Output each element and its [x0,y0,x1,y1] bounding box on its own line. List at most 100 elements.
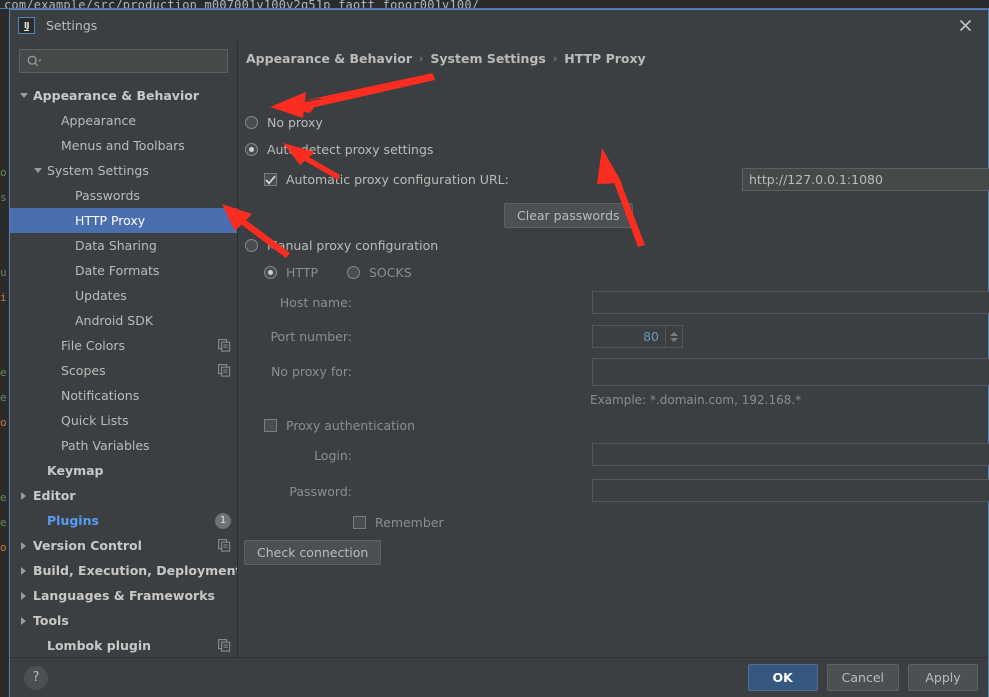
sidebar-item-passwords[interactable]: Passwords [10,183,237,208]
ok-button[interactable]: OK [747,664,818,691]
sidebar-item-label: Languages & Frameworks [33,588,215,603]
port-number-label-row: Port number: [256,329,352,344]
sidebar-item-appearance-behavior[interactable]: Appearance & Behavior [10,83,237,108]
help-button[interactable]: ? [24,665,48,690]
port-number-spin-buttons[interactable] [665,326,682,347]
sidebar-item-system-settings[interactable]: System Settings [10,158,237,183]
sidebar-item-lombok-plugin[interactable]: Lombok plugin [10,633,237,657]
sidebar-item-label: Appearance & Behavior [33,88,199,103]
cancel-label: Cancel [841,670,884,685]
sidebar-item-appearance[interactable]: Appearance [10,108,237,133]
cancel-button[interactable]: Cancel [826,664,899,691]
no-proxy-radio-row[interactable]: No proxy [245,115,323,130]
chevron-right-icon[interactable] [18,591,29,600]
search-container [10,41,237,82]
spinner-up-icon[interactable] [670,331,678,336]
host-name-label: Host name: [279,295,352,310]
sidebar-item-version-control[interactable]: Version Control [10,533,237,558]
sidebar-item-menus-and-toolbars[interactable]: Menus and Toolbars [10,133,237,158]
chevron-right-icon[interactable] [18,541,29,550]
sidebar-item-label: Notifications [61,388,140,403]
example-text: Example: *.domain.com, 192.168.* [590,393,802,407]
sidebar-item-label: Tools [33,613,69,628]
help-label: ? [32,670,40,685]
http-radio[interactable] [264,266,277,279]
check-connection-button[interactable]: Check connection [244,540,382,565]
sidebar-item-label: Data Sharing [75,238,157,253]
apply-button[interactable]: Apply [908,664,978,691]
sidebar-item-path-variables[interactable]: Path Variables [10,433,237,458]
sidebar-item-label: Plugins [47,513,99,528]
no-proxy-for-input[interactable] [592,358,989,386]
chevron-right-icon[interactable] [18,566,29,575]
dialog-body: Appearance & Behavior Appearance Menus and… [10,41,989,657]
password-input[interactable] [592,479,989,502]
footer-buttons: OK Cancel Apply [747,664,978,691]
settings-dialog: IJ Settings Appearance & Behavior Appear… [9,9,989,697]
http-radio-row[interactable]: HTTP [264,265,318,280]
sidebar-item-label: Lombok plugin [47,638,152,653]
remember-checkbox[interactable] [353,516,366,529]
sidebar-item-label: Editor [33,488,76,503]
sidebar-item-keymap[interactable]: Keymap [10,458,237,483]
search-input[interactable] [19,49,228,73]
auto-config-url-input[interactable]: http://127.0.0.1:1080 [742,168,989,191]
close-icon[interactable] [942,10,988,41]
sidebar-item-quick-lists[interactable]: Quick Lists [10,408,237,433]
host-name-input[interactable] [592,291,989,314]
chevron-down-icon[interactable] [32,168,43,173]
sidebar-item-android-sdk[interactable]: Android SDK [10,308,237,333]
sidebar-item-tools[interactable]: Tools [10,608,237,633]
screen-root: com/example/src/production_m007001v100v2… [0,0,989,697]
sidebar-item-plugins[interactable]: Plugins 1 [10,508,237,533]
auto-detect-radio[interactable] [245,143,258,156]
sidebar-item-data-sharing[interactable]: Data Sharing [10,233,237,258]
manual-proxy-radio[interactable] [245,239,258,252]
manual-proxy-radio-row[interactable]: Manual proxy configuration [245,238,438,253]
sidebar-item-label: Path Variables [61,438,150,453]
chevron-right-icon[interactable] [18,491,29,500]
sidebar-item-label: Appearance [61,113,137,128]
sidebar-item-file-colors[interactable]: File Colors [10,333,237,358]
port-number-stepper[interactable]: 80 [592,325,683,348]
auto-config-url-checkbox[interactable] [264,173,277,186]
sidebar-item-http-proxy[interactable]: HTTP Proxy [10,208,237,233]
clear-passwords-button[interactable]: Clear passwords [504,203,633,228]
auto-config-url-row[interactable]: Automatic proxy configuration URL: [264,172,509,187]
sidebar-item-date-formats[interactable]: Date Formats [10,258,237,283]
sidebar-item-adornment [218,639,231,652]
dialog-titlebar: IJ Settings [10,10,988,41]
settings-sidebar: Appearance & Behavior Appearance Menus and… [10,41,238,657]
host-name-label-row: Host name: [256,295,352,310]
proxy-authentication-checkbox[interactable] [264,419,277,432]
sidebar-item-adornment [218,364,231,377]
sidebar-item-updates[interactable]: Updates [10,283,237,308]
socks-radio[interactable] [347,266,360,279]
http-proxy-form: No proxy Auto-detect proxy settings Auto… [238,41,989,657]
port-number-label: Port number: [270,329,352,344]
plugins-update-badge: 1 [215,512,231,529]
sidebar-item-editor[interactable]: Editor [10,483,237,508]
sidebar-item-adornment [218,339,231,352]
spinner-down-icon[interactable] [670,337,678,342]
login-input[interactable] [592,443,989,466]
socks-radio-row[interactable]: SOCKS [347,265,412,280]
login-label: Login: [314,448,352,463]
sidebar-item-notifications[interactable]: Notifications [10,383,237,408]
remember-row[interactable]: Remember [353,515,444,530]
sidebar-item-label: Passwords [75,188,140,203]
chevron-down-icon[interactable] [18,93,29,98]
socks-radio-label: SOCKS [369,265,412,280]
sidebar-item-scopes[interactable]: Scopes [10,358,237,383]
auto-detect-radio-row[interactable]: Auto-detect proxy settings [245,142,433,157]
sidebar-item-languages-frameworks[interactable]: Languages & Frameworks [10,583,237,608]
sidebar-item-label: HTTP Proxy [75,213,146,228]
example-text-row: Example: *.domain.com, 192.168.* [590,393,801,407]
no-proxy-radio[interactable] [245,116,258,129]
copy-icon [218,339,231,352]
chevron-right-icon[interactable] [18,616,29,625]
sidebar-item-build-execution-deployment[interactable]: Build, Execution, Deployment [10,558,237,583]
sidebar-item-adornment [218,539,231,552]
sidebar-item-label: Menus and Toolbars [61,138,185,153]
proxy-auth-row[interactable]: Proxy authentication [264,418,415,433]
